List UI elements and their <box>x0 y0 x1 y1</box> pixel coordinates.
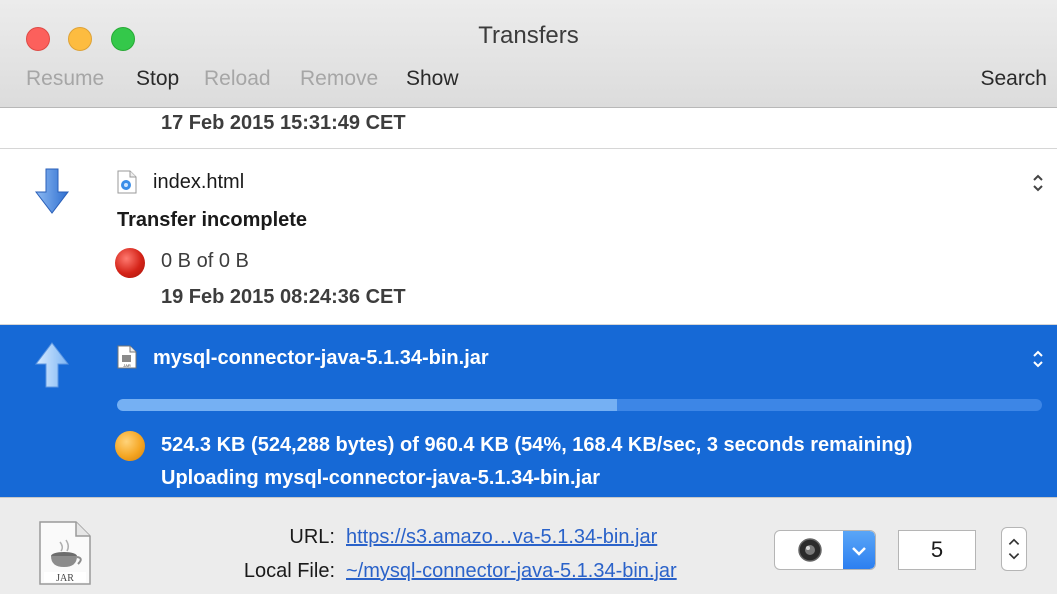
window-title: Transfers <box>478 22 579 49</box>
upload-progress-fill <box>117 399 617 411</box>
stepper-arrows-icon <box>1008 538 1020 560</box>
transfer-date: 17 Feb 2015 15:31:49 CET <box>161 112 406 134</box>
upload-progress-bar <box>117 399 1042 411</box>
connections-field[interactable]: 5 <box>898 530 976 570</box>
transfer-row-selected[interactable]: JAR mysql-connector-java-5.1.34-bin.jar … <box>0 325 1057 497</box>
expand-chevron-icon[interactable] <box>1031 348 1045 370</box>
transfer-status: Uploading mysql-connector-java-5.1.34-bi… <box>161 467 600 489</box>
url-link[interactable]: https://s3.amazo…va-5.1.34-bin.jar <box>346 526 657 549</box>
transfer-row[interactable]: 17 Feb 2015 15:31:49 CET <box>0 108 1057 149</box>
jar-file-small-icon: JAR <box>117 345 137 369</box>
stop-button[interactable]: Stop <box>136 67 179 91</box>
jar-file-icon: JAR <box>39 521 91 585</box>
transfer-filename: index.html <box>153 171 245 193</box>
transfer-details-panel: JAR URL: https://s3.amazo…va-5.1.34-bin.… <box>0 497 1057 594</box>
transfer-progress-text: 0 B of 0 B <box>161 250 249 272</box>
connections-stepper[interactable] <box>1001 527 1027 571</box>
reload-button[interactable]: Reload <box>204 67 271 91</box>
url-label: URL: <box>289 526 335 548</box>
speedometer-icon <box>798 538 822 562</box>
status-active-icon <box>115 431 145 461</box>
expand-chevron-icon[interactable] <box>1031 172 1045 194</box>
transfer-progress-text: 524.3 KB (524,288 bytes) of 960.4 KB (54… <box>161 434 913 456</box>
transfer-list[interactable]: 17 Feb 2015 15:31:49 CET index.html Tran… <box>0 108 1057 497</box>
transfer-status: Transfer incomplete <box>117 209 308 231</box>
popup-arrow[interactable] <box>843 531 875 569</box>
search-button[interactable]: Search <box>980 67 1047 91</box>
svg-text:JAR: JAR <box>56 573 74 584</box>
remove-button[interactable]: Remove <box>300 67 378 91</box>
html-file-icon <box>117 170 137 194</box>
transfer-date: 19 Feb 2015 08:24:36 CET <box>161 286 406 308</box>
download-arrow-icon <box>34 168 70 214</box>
title-bar: Transfers Resume Stop Reload Remove Show… <box>0 0 1057 108</box>
bandwidth-popup-button[interactable] <box>774 530 876 570</box>
chevron-down-icon <box>852 547 866 556</box>
transfer-filename: mysql-connector-java-5.1.34-bin.jar <box>153 347 489 369</box>
svg-text:JAR: JAR <box>123 363 131 368</box>
status-stopped-icon <box>115 248 145 278</box>
local-file-link[interactable]: ~/mysql-connector-java-5.1.34-bin.jar <box>346 560 677 583</box>
upload-arrow-icon <box>34 342 70 388</box>
transfer-row[interactable]: index.html Transfer incomplete 0 B of 0 … <box>0 149 1057 325</box>
resume-button[interactable]: Resume <box>26 67 104 91</box>
show-button[interactable]: Show <box>406 67 459 91</box>
local-file-label: Local File: <box>243 560 335 582</box>
